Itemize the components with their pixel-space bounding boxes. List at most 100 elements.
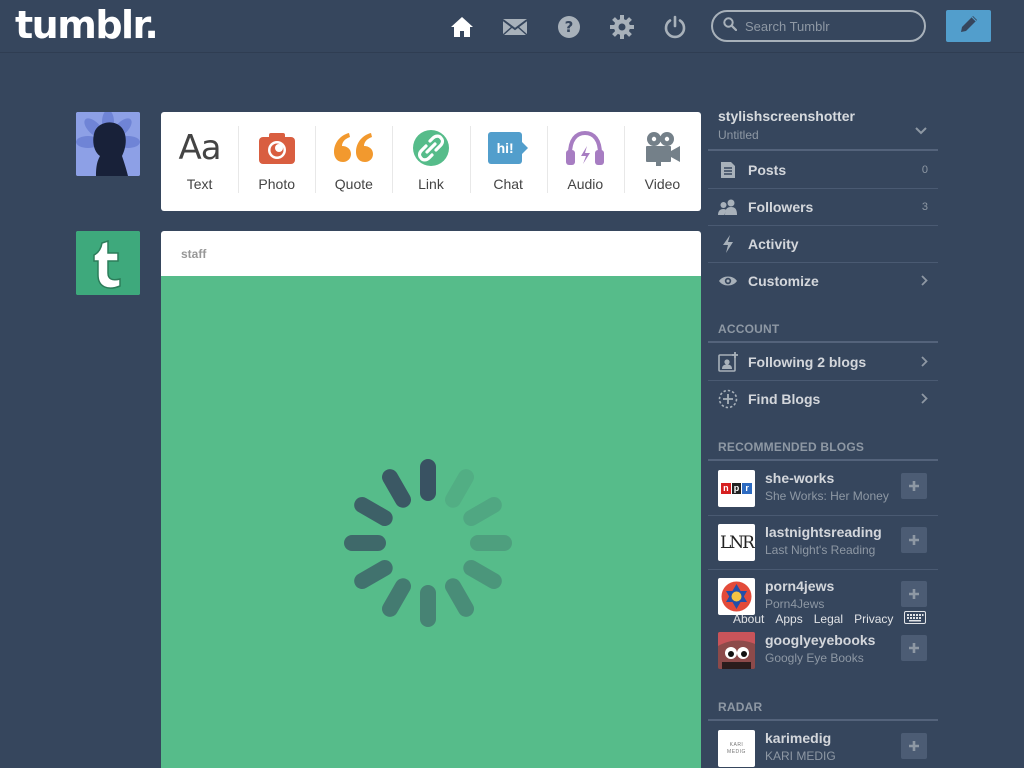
- sidebar-item-label: Find Blogs: [748, 390, 821, 407]
- sidebar-item-customize[interactable]: Customize: [708, 262, 938, 299]
- blog-name[interactable]: karimedig: [765, 730, 831, 746]
- sidebar-item-label: Activity: [748, 235, 799, 252]
- gear-icon[interactable]: [609, 14, 635, 40]
- home-icon[interactable]: [449, 14, 475, 40]
- chevron-right-icon: [921, 356, 938, 367]
- blog-title: Last Night's Reading: [765, 543, 876, 557]
- quote-icon: [332, 129, 376, 167]
- blog-title: Porn4Jews: [765, 597, 825, 611]
- post-type-label: Quote: [334, 176, 373, 192]
- post-type-quote[interactable]: Quote: [315, 112, 392, 211]
- footer-links: About Apps Legal Privacy: [733, 611, 927, 627]
- follow-button[interactable]: [901, 473, 927, 499]
- search-input[interactable]: [745, 18, 915, 34]
- npr-logo-letter: n: [721, 483, 731, 494]
- post-type-audio[interactable]: Audio: [546, 112, 624, 211]
- recommended-blog[interactable]: LNR lastnightsreading Last Night's Readi…: [708, 515, 938, 569]
- radar-blog[interactable]: KARI MEDIG karimedig KARI MEDIG: [708, 721, 938, 768]
- plus-icon: [909, 589, 919, 599]
- blog-header[interactable]: stylishscreenshotter Untitled: [718, 108, 855, 142]
- recommended-blog[interactable]: googlyeyebooks Googly Eye Books: [708, 623, 938, 677]
- lightning-icon: [708, 234, 748, 253]
- footer-link-about[interactable]: About: [733, 612, 764, 626]
- plus-icon: [909, 741, 919, 751]
- compose-button[interactable]: [946, 10, 991, 42]
- sidebar-item-label: Following 2 blogs: [748, 353, 867, 370]
- sidebar-item-activity[interactable]: Activity: [708, 225, 938, 262]
- post-type-link[interactable]: Link: [392, 112, 469, 211]
- plus-icon: [909, 481, 919, 491]
- footer-link-legal[interactable]: Legal: [814, 612, 843, 626]
- chevron-right-icon: [921, 275, 938, 286]
- star-of-david-icon: [721, 581, 752, 612]
- sidebar-item-posts[interactable]: Posts 0: [708, 151, 938, 188]
- search-icon: [723, 16, 738, 36]
- post-media[interactable]: [161, 276, 701, 768]
- user-avatar[interactable]: [76, 112, 140, 176]
- plus-icon: [909, 643, 919, 653]
- footer-link-privacy[interactable]: Privacy: [854, 612, 893, 626]
- text-icon: Aa: [178, 128, 222, 168]
- pencil-icon: [959, 14, 979, 39]
- search-box[interactable]: [711, 10, 926, 42]
- follow-button[interactable]: [901, 527, 927, 553]
- post-type-label: Chat: [493, 176, 523, 192]
- radar-logo-line: MEDIG: [727, 749, 746, 755]
- chevron-right-icon: [921, 393, 938, 404]
- video-camera-icon: [640, 129, 684, 167]
- recommended-section-title: RECOMMENDED BLOGS: [718, 440, 865, 454]
- document-icon: [708, 161, 748, 179]
- blog-title: Untitled: [718, 128, 759, 142]
- link-icon: [409, 129, 453, 167]
- post-author[interactable]: staff: [161, 231, 701, 276]
- sidebar-item-find-blogs[interactable]: Find Blogs: [708, 380, 938, 417]
- blog-thumbnail: LNR: [718, 524, 755, 561]
- staff-avatar[interactable]: [76, 231, 140, 295]
- npr-logo-letter: p: [731, 483, 742, 494]
- headphones-icon: [563, 129, 607, 167]
- blog-name[interactable]: porn4jews: [765, 578, 834, 594]
- npr-logo-letter: r: [742, 483, 753, 494]
- post-type-text[interactable]: Aa Text: [161, 112, 238, 211]
- follow-button[interactable]: [901, 733, 927, 759]
- blog-name[interactable]: she-works: [765, 470, 834, 486]
- recommended-blog[interactable]: n p r she-works She Works: Her Money: [708, 461, 938, 515]
- post-type-bar: Aa Text Photo Quote Link hi! Chat Audio …: [161, 112, 701, 211]
- post-type-photo[interactable]: Photo: [238, 112, 315, 211]
- blog-title: KARI MEDIG: [765, 749, 836, 763]
- blog-thumbnail: n p r: [718, 470, 755, 507]
- help-icon[interactable]: ?: [556, 14, 582, 40]
- followers-icon: [708, 199, 748, 215]
- keyboard-icon[interactable]: [904, 611, 927, 627]
- post-type-label: Audio: [567, 176, 604, 192]
- chat-icon-text: hi!: [496, 140, 514, 156]
- posts-count: 0: [921, 163, 928, 176]
- followers-count: 3: [921, 200, 928, 213]
- blog-thumbnail: KARI MEDIG: [718, 730, 755, 767]
- post-type-chat[interactable]: hi! Chat: [469, 112, 547, 211]
- sidebar-item-label: Customize: [748, 272, 819, 289]
- chevron-down-icon[interactable]: [915, 122, 927, 140]
- sidebar-item-following[interactable]: Following 2 blogs: [708, 343, 938, 380]
- post-type-video[interactable]: Video: [623, 112, 701, 211]
- compass-icon: [708, 389, 748, 409]
- power-icon[interactable]: [662, 14, 688, 40]
- blog-name[interactable]: lastnightsreading: [765, 524, 882, 540]
- follow-button[interactable]: [901, 581, 927, 607]
- blog-name[interactable]: googlyeyebooks: [765, 632, 875, 648]
- sidebar-item-label: Posts: [748, 161, 787, 178]
- blog-name[interactable]: stylishscreenshotter: [718, 108, 855, 124]
- sidebar-item-followers[interactable]: Followers 3: [708, 188, 938, 225]
- lnr-logo: LNR: [720, 532, 755, 553]
- follow-button[interactable]: [901, 635, 927, 661]
- post-type-label: Link: [418, 176, 444, 192]
- blog-thumbnail: [718, 632, 755, 669]
- footer-link-apps[interactable]: Apps: [775, 612, 802, 626]
- top-navigation-bar: tumblr. ?: [0, 0, 1024, 53]
- post-type-label: Text: [186, 176, 213, 192]
- svg-text:?: ?: [565, 18, 574, 36]
- tumblr-logo[interactable]: tumblr.: [15, 3, 159, 47]
- mail-icon[interactable]: [502, 14, 528, 40]
- account-section-title: ACCOUNT: [718, 322, 780, 336]
- eye-icon: [708, 275, 748, 287]
